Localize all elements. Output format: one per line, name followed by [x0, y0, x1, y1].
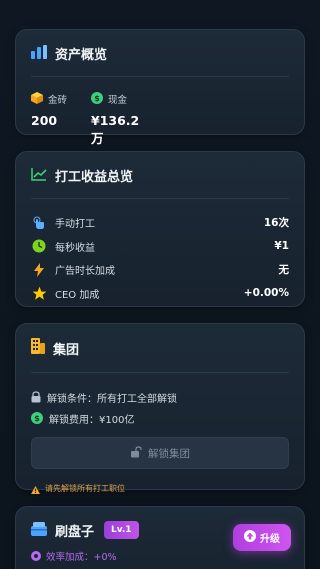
unlock-group-label: 解锁集团 — [148, 447, 190, 460]
bar-chart-icon — [31, 44, 47, 63]
income-overview-header: 打工收益总览 — [16, 152, 304, 198]
gold-asset: 金砖 200 — [31, 89, 91, 147]
stat-value: +0.00% — [243, 287, 289, 300]
stat-value: ¥1 — [274, 240, 289, 253]
star-icon — [31, 285, 47, 301]
income-overview-title: 打工收益总览 — [55, 169, 134, 185]
game-screen: 资产概览 金砖 200 $ 现金 ¥136.2万 打工收益总览 手动打工 16次… — [0, 0, 320, 569]
asset-overview-title: 资产概览 — [55, 47, 108, 63]
unlock-warning: 请先解锁所有打工职位 — [16, 469, 304, 498]
group-title: 集团 — [53, 342, 80, 358]
clock-icon — [31, 238, 47, 254]
warning-text: 请先解锁所有打工职位 — [45, 484, 125, 493]
cash-asset: $ 现金 ¥136.2万 — [91, 89, 151, 147]
unlock-cost-text: 解锁费用：¥100亿 — [49, 415, 135, 426]
efficiency-text: 效率加成：+0% — [46, 551, 117, 563]
level-badge: Lv.1 — [104, 521, 139, 539]
stat-row-manual-work: 手动打工 16次 — [31, 211, 289, 235]
trend-chart-icon — [31, 166, 47, 185]
income-overview-card: 打工收益总览 手动打工 16次 每秒收益 ¥1 广告时长加成 无 CEO 加成 … — [15, 151, 305, 307]
group-header: 集团 — [16, 324, 304, 372]
lock-icon — [31, 388, 41, 407]
unlock-cost-row: $ 解锁费用：¥100亿 — [31, 408, 289, 429]
stat-value: 无 — [278, 264, 290, 277]
upgrade-label: 升级 — [260, 534, 280, 545]
unlock-group-button[interactable]: 解锁集团 — [31, 437, 289, 469]
job-title: 刷盘子 — [55, 524, 95, 540]
cash-label: 现金 — [108, 94, 128, 106]
tap-hand-icon — [31, 215, 47, 231]
cash-coin-icon: $ — [91, 89, 103, 108]
asset-overview-card: 资产概览 金砖 200 $ 现金 ¥136.2万 — [15, 29, 305, 146]
gold-cube-icon — [31, 89, 43, 108]
stat-label: 广告时长加成 — [55, 266, 115, 278]
upgrade-button[interactable]: 升级 — [233, 524, 291, 551]
asset-overview-header: 资产概览 — [16, 30, 304, 76]
header-fragment — [28, 0, 68, 4]
building-icon — [31, 338, 45, 358]
gold-label: 金砖 — [48, 94, 68, 106]
stat-row-ad-bonus: 广告时长加成 无 — [31, 258, 289, 282]
unlock-condition-row: 解锁条件：所有打工全部解锁 — [31, 387, 289, 408]
stat-label: 每秒收益 — [55, 242, 95, 254]
efficiency-dot-icon — [31, 546, 41, 565]
stat-value: 16次 — [263, 217, 289, 230]
upgrade-arrow-icon — [244, 530, 256, 545]
gold-value: 200 — [31, 113, 58, 128]
svg-text:$: $ — [34, 414, 40, 423]
cash-coin-icon: $ — [31, 409, 43, 428]
group-card: 集团 解锁条件：所有打工全部解锁 $ 解锁费用：¥100亿 解锁集团 请先解锁所… — [15, 323, 305, 494]
lightning-icon — [31, 262, 47, 278]
unlock-padlock-icon — [130, 445, 142, 461]
stat-label: 手动打工 — [55, 219, 95, 231]
stat-row-per-second: 每秒收益 ¥1 — [31, 235, 289, 259]
stat-label: CEO 加成 — [55, 289, 100, 301]
unlock-condition-text: 解锁条件：所有打工全部解锁 — [47, 394, 177, 405]
dish-icon — [31, 521, 47, 540]
stat-row-ceo-bonus: CEO 加成 +0.00% — [31, 282, 289, 306]
cash-value: ¥136.2万 — [91, 113, 140, 146]
warning-icon — [31, 479, 40, 498]
svg-text:$: $ — [94, 94, 100, 103]
